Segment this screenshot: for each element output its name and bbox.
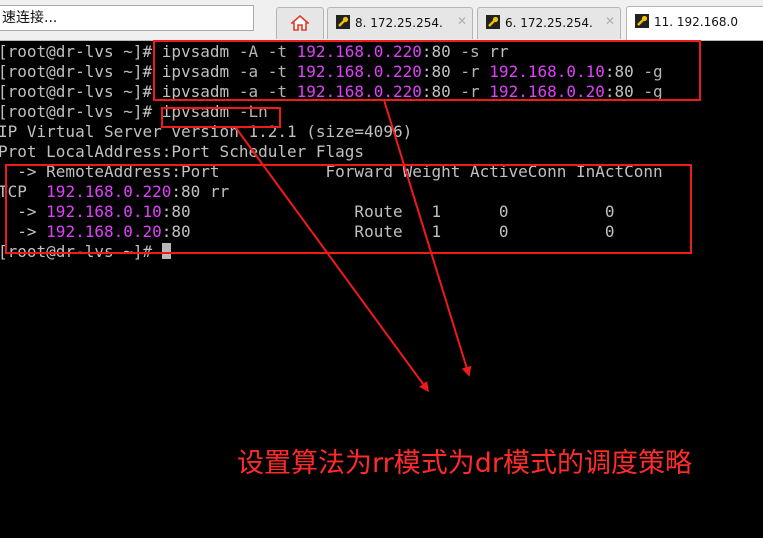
arrow-line — [383, 99, 472, 377]
arrow-line — [235, 127, 429, 393]
annotation-caption: 设置算法为rr模式为dr模式的调度策略 — [237, 448, 692, 479]
